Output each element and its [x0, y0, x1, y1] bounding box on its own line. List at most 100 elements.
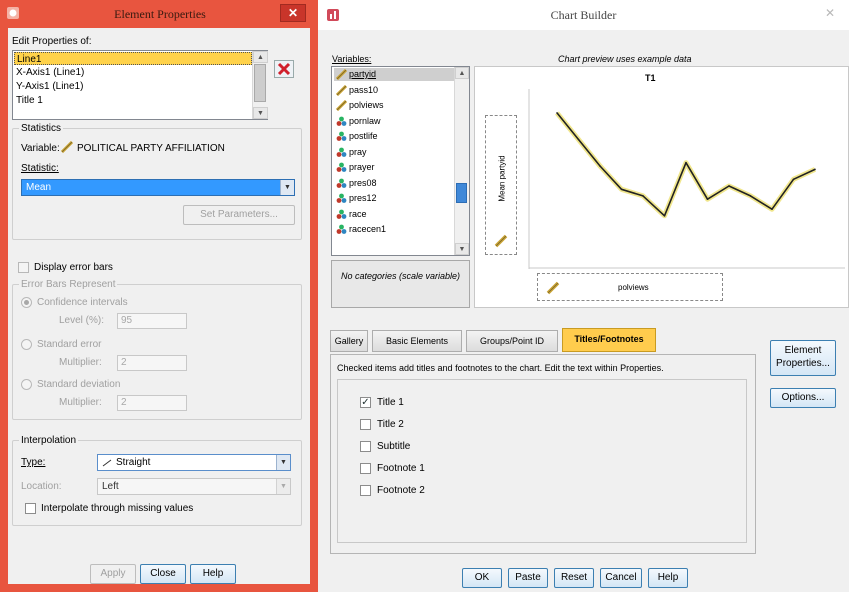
title-bar[interactable]: Element Properties ✕	[0, 0, 318, 28]
sd-multiplier-label: Multiplier:	[59, 397, 102, 408]
nominal-icon	[336, 147, 347, 157]
interpolation-group: Interpolation Type: Straight ▼ Location:…	[12, 435, 302, 526]
subtitle-checkbox[interactable]	[360, 441, 371, 452]
variable-item[interactable]: race	[334, 208, 460, 221]
variable-name: pray	[349, 146, 367, 157]
chevron-down-icon[interactable]: ▼	[276, 455, 290, 470]
tab-gallery[interactable]: Gallery	[330, 330, 368, 352]
preview-note: Chart preview uses example data	[558, 54, 692, 64]
variables-list[interactable]: partyid pass10 polviews pornlaw postlife pray…	[331, 66, 470, 256]
scroll-thumb[interactable]	[254, 64, 266, 102]
level-field[interactable]: 95	[117, 313, 187, 329]
element-list[interactable]: Line1 X-Axis1 (Line1) Y-Axis1 (Line1) Ti…	[12, 50, 268, 120]
element-properties-button[interactable]: Element Properties...	[770, 340, 836, 376]
cancel-button[interactable]: Cancel	[600, 568, 642, 588]
standard-deviation-radio[interactable]	[21, 379, 32, 390]
interpolate-missing-checkbox[interactable]	[25, 503, 36, 514]
app-icon	[7, 7, 19, 19]
x-axis-label: polviews	[618, 283, 649, 292]
scroll-down-icon[interactable]: ▼	[253, 107, 268, 119]
tab-basic-elements[interactable]: Basic Elements	[372, 330, 462, 352]
statistic-label: Statistic:	[21, 163, 59, 174]
data-point-0	[556, 112, 558, 114]
instructions-text: Checked items add titles and footnotes t…	[337, 363, 664, 373]
nominal-icon	[336, 162, 347, 172]
y-axis-drop-zone[interactable]: Mean partyid	[485, 115, 517, 255]
set-parameters-button[interactable]: Set Parameters...	[183, 205, 295, 225]
data-point-1	[577, 138, 580, 141]
se-multiplier-field[interactable]: 2	[117, 355, 187, 371]
list-item[interactable]: Title 1	[14, 94, 43, 104]
title-1-checkbox[interactable]: ✓	[360, 397, 371, 408]
sd-multiplier-field[interactable]: 2	[117, 395, 187, 411]
scrollbar[interactable]: ▲ ▼	[252, 51, 268, 119]
paste-button[interactable]: Paste	[508, 568, 548, 588]
confidence-intervals-radio[interactable]	[21, 297, 32, 308]
x-axis-drop-zone[interactable]: polviews	[537, 273, 723, 301]
close-button[interactable]: Close	[140, 564, 186, 584]
list-item[interactable]: Line1	[14, 52, 252, 65]
variable-item[interactable]: pray	[334, 146, 460, 159]
reset-button[interactable]: Reset	[554, 568, 594, 588]
title-2-checkbox[interactable]	[360, 419, 371, 430]
data-point-11	[792, 178, 795, 181]
variable-item[interactable]: pass10	[334, 84, 460, 97]
variable-item[interactable]: prayer	[334, 161, 460, 174]
scroll-down-icon[interactable]: ▼	[455, 243, 469, 255]
options-button[interactable]: Options...	[770, 388, 836, 408]
delete-element-button[interactable]	[274, 60, 294, 78]
help-button[interactable]: Help	[190, 564, 236, 584]
nominal-icon	[336, 209, 347, 219]
variable-item[interactable]: postlife	[334, 130, 460, 143]
chart-canvas[interactable]: T1 Mean partyid polviews	[474, 66, 849, 308]
scroll-thumb[interactable]	[456, 183, 467, 203]
statistic-select[interactable]: Mean ▼	[21, 179, 295, 196]
variable-item[interactable]: pres08	[334, 177, 460, 190]
chevron-down-icon[interactable]: ▼	[280, 180, 294, 195]
nominal-icon	[336, 131, 347, 141]
type-value: Straight	[116, 457, 151, 468]
location-select[interactable]: Left ▼	[97, 478, 291, 495]
interpolate-missing-label: Interpolate through missing values	[41, 503, 194, 514]
tab-titles-footnotes[interactable]: Titles/Footnotes	[562, 328, 656, 352]
variable-name: pres12	[349, 193, 377, 203]
ok-button[interactable]: OK	[462, 568, 502, 588]
tab-strip: Gallery Basic Elements Groups/Point ID T…	[330, 328, 750, 356]
data-point-5	[663, 215, 666, 217]
chart-builder-window: Chart Builder ✕ Variables: Chart preview…	[318, 0, 849, 592]
variable-name: prayer	[349, 162, 375, 172]
scrollbar[interactable]: ▲ ▼	[454, 67, 469, 255]
variable-item[interactable]: partyid	[334, 68, 460, 81]
variable-item[interactable]: pornlaw	[334, 115, 460, 128]
variable-item[interactable]: racecen1	[334, 223, 460, 236]
scroll-up-icon[interactable]: ▲	[253, 51, 268, 63]
chevron-down-icon[interactable]: ▼	[276, 479, 290, 494]
nominal-icon	[336, 178, 347, 188]
variables-label: Variables:	[332, 54, 372, 64]
apply-button[interactable]: Apply	[90, 564, 136, 584]
subtitle-label: Subtitle	[377, 441, 411, 452]
window-title: Element Properties	[114, 7, 206, 21]
help-button[interactable]: Help	[648, 568, 688, 588]
list-item[interactable]: Y-Axis1 (Line1)	[14, 80, 83, 93]
interpolation-title: Interpolation	[19, 435, 79, 446]
categories-box: No categories (scale variable)	[331, 260, 470, 308]
title-bar[interactable]: Chart Builder ✕	[318, 0, 849, 30]
ruler-icon	[546, 281, 560, 295]
display-error-bars-checkbox[interactable]	[18, 262, 29, 273]
ruler-icon	[336, 100, 347, 111]
standard-error-label: Standard error	[37, 339, 102, 350]
type-select[interactable]: Straight ▼	[97, 454, 291, 471]
variable-item[interactable]: polviews	[334, 99, 460, 112]
close-icon[interactable]: ✕	[822, 6, 838, 20]
standard-error-radio[interactable]	[21, 339, 32, 350]
scroll-up-icon[interactable]: ▲	[455, 67, 469, 79]
list-item[interactable]: X-Axis1 (Line1)	[14, 66, 84, 79]
options-box: ✓ Title 1 Title 2 Subtitle Footnote 1 Fo…	[337, 379, 747, 543]
footnote-1-checkbox[interactable]	[360, 463, 371, 474]
footnote-2-checkbox[interactable]	[360, 485, 371, 496]
variable-item[interactable]: pres12	[334, 192, 460, 205]
close-icon[interactable]: ✕	[280, 4, 306, 22]
tab-groups-point-id[interactable]: Groups/Point ID	[466, 330, 558, 352]
data-point-12	[814, 168, 816, 171]
